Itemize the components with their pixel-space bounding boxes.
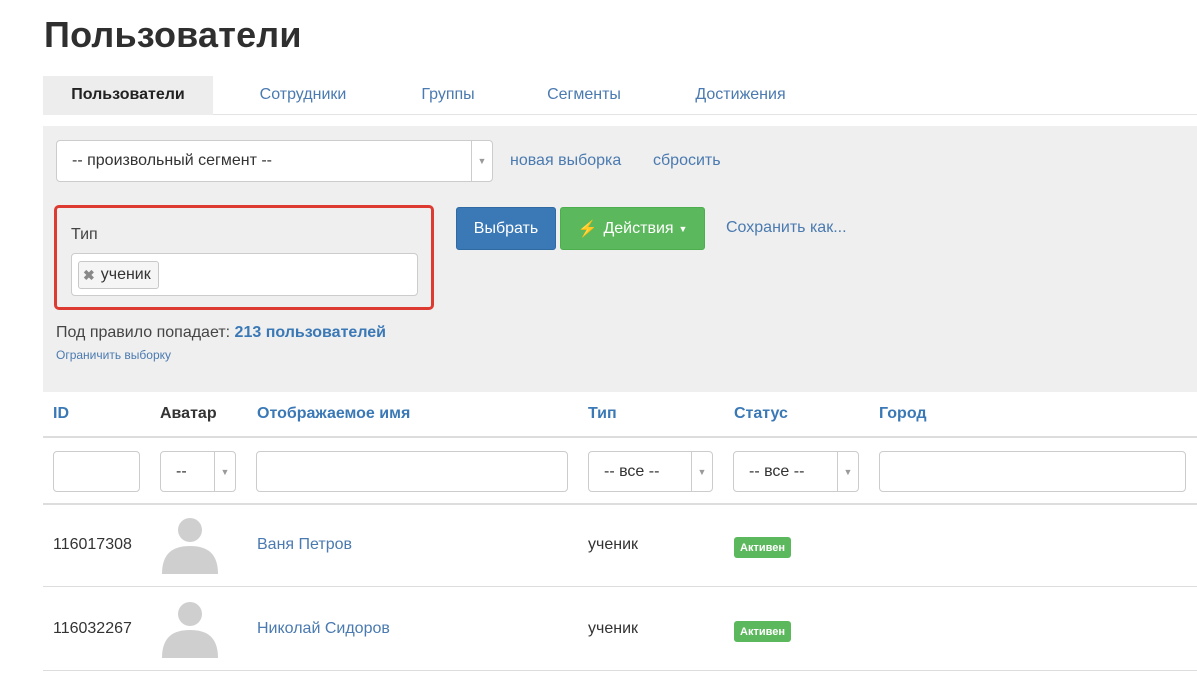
status-badge: Активен (734, 621, 791, 642)
name-filter-input[interactable] (256, 451, 568, 492)
tab-groups[interactable]: Группы (393, 76, 503, 115)
row-name-link[interactable]: Ваня Петров (257, 536, 352, 554)
reset-link[interactable]: сбросить (653, 152, 721, 170)
tab-users[interactable]: Пользователи (43, 76, 213, 115)
match-prefix: Под правило попадает: (56, 324, 231, 341)
type-tag-label: ученик (100, 266, 151, 283)
city-filter-input[interactable] (879, 451, 1186, 492)
tab-achievements[interactable]: Достижения (673, 76, 808, 115)
avatar-filter-select[interactable]: -- ▼ (160, 451, 236, 492)
page-title: Пользователи (44, 14, 302, 55)
type-filter-value: -- все -- (604, 462, 660, 480)
segment-select[interactable]: -- произвольный сегмент -- ▼ (56, 140, 493, 182)
row-divider (43, 670, 1197, 671)
chevron-down-icon: ▼ (837, 452, 858, 491)
caret-down-icon: ▼ (678, 223, 688, 234)
column-header-id[interactable]: ID (53, 405, 69, 423)
row-divider (43, 586, 1197, 587)
type-tag: ✖ ученик (78, 261, 159, 289)
status-filter-select[interactable]: -- все -- ▼ (733, 451, 859, 492)
row-name-link[interactable]: Николай Сидоров (257, 620, 390, 638)
type-filter-select[interactable]: -- все -- ▼ (588, 451, 713, 492)
type-filter-highlight: Тип ✖ ученик (54, 205, 434, 310)
avatar-placeholder-icon (162, 602, 218, 658)
type-tag-input[interactable]: ✖ ученик (71, 253, 418, 296)
row-id: 116032267 (53, 620, 132, 637)
limit-selection-link[interactable]: Ограничить выборку (56, 348, 171, 362)
segment-select-value: -- произвольный сегмент -- (72, 152, 272, 169)
type-field-label: Тип (71, 226, 98, 243)
new-selection-link[interactable]: новая выборка (510, 152, 621, 170)
column-header-status[interactable]: Статус (734, 405, 788, 423)
tab-segments[interactable]: Сегменты (523, 76, 645, 115)
column-header-name[interactable]: Отображаемое имя (257, 405, 410, 423)
row-id: 116017308 (53, 536, 132, 553)
match-summary: Под правило попадает: 213 пользователей (56, 324, 386, 342)
row-type: ученик (588, 620, 639, 637)
remove-tag-icon[interactable]: ✖ (83, 267, 95, 284)
actions-button[interactable]: ⚡ Действия ▼ (560, 207, 705, 250)
id-filter-input[interactable] (53, 451, 140, 492)
chevron-down-icon: ▼ (471, 141, 492, 181)
actions-button-label: Действия (603, 219, 674, 237)
column-header-city[interactable]: Город (879, 405, 927, 423)
filter-row-divider (43, 503, 1197, 505)
column-header-type[interactable]: Тип (588, 405, 617, 423)
row-type: ученик (588, 536, 639, 553)
match-count-link[interactable]: 213 пользователей (235, 324, 386, 341)
avatar-placeholder-icon (162, 518, 218, 574)
tabs-bar: Пользователи Сотрудники Группы Сегменты … (43, 76, 1197, 115)
tab-employees[interactable]: Сотрудники (233, 76, 373, 115)
column-header-avatar: Аватар (160, 405, 217, 422)
status-filter-value: -- все -- (749, 462, 805, 480)
chevron-down-icon: ▼ (691, 452, 712, 491)
save-as-link[interactable]: Сохранить как... (726, 219, 847, 237)
chevron-down-icon: ▼ (214, 452, 235, 491)
lightning-icon: ⚡ (577, 220, 598, 238)
avatar-filter-value: -- (176, 462, 187, 480)
status-badge: Активен (734, 537, 791, 558)
select-button[interactable]: Выбрать (456, 207, 556, 250)
header-divider (43, 436, 1197, 438)
